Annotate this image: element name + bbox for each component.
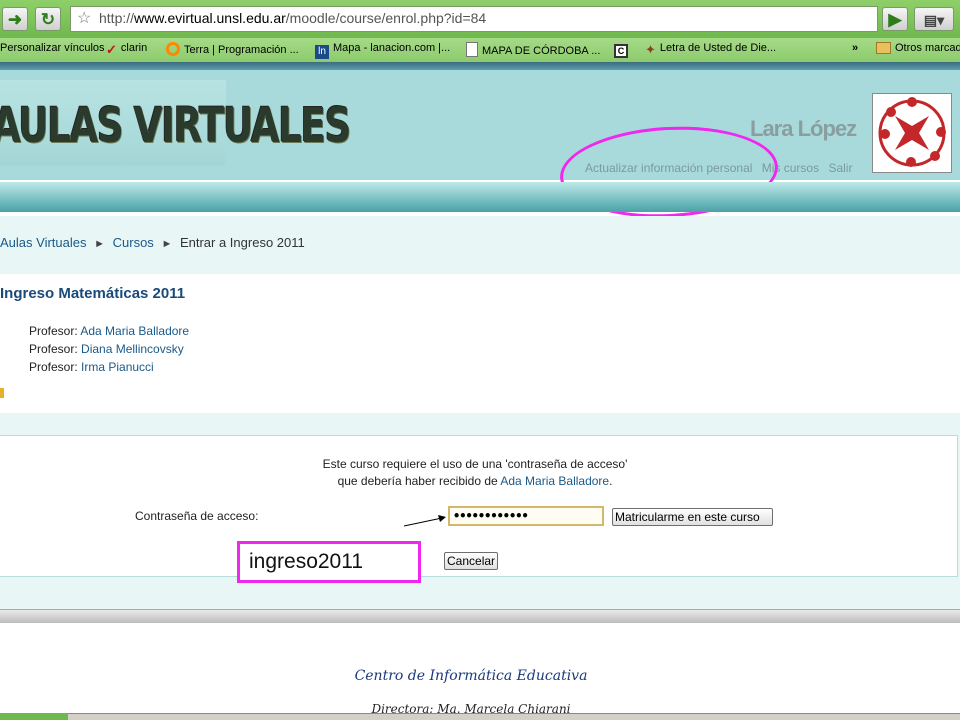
- site-logo-text: AULAS VIRTUALES: [0, 98, 351, 154]
- bookmark-item[interactable]: ✦ Letra de Usted de Die...: [645, 42, 776, 57]
- enrol-message: que debería haber recibido de Ada Maria …: [337, 474, 613, 488]
- more-bookmarks-button[interactable]: »: [852, 42, 858, 54]
- course-title: Ingreso Matemáticas 2011: [0, 285, 186, 302]
- user-name: Lara López: [750, 116, 857, 141]
- enrol-button[interactable]: Matricularme en este curso: [612, 508, 773, 526]
- bookmark-item[interactable]: MAPA DE CÓRDOBA ...: [466, 42, 600, 57]
- bookmark-item[interactable]: Terra | Programación ...: [166, 42, 299, 56]
- bookmarks-bar: Personalizar vínculos ✓ clarin Terra | Pr…: [0, 38, 960, 62]
- teacher-link[interactable]: Ada Maria Balladore: [80, 324, 189, 338]
- teacher-link[interactable]: Ada Maria Balladore: [500, 474, 609, 488]
- breadcrumb-item[interactable]: Aulas Virtuales: [0, 235, 86, 250]
- taskbar-start: [0, 713, 68, 720]
- bookmark-folder[interactable]: Otros marcad: [876, 42, 960, 54]
- breadcrumb: Aulas Virtuales ► Cursos ► Entrar a Ingr…: [0, 235, 305, 250]
- password-label: Contraseña de acceso:: [135, 509, 259, 523]
- logout-link[interactable]: Salir: [828, 161, 852, 175]
- star-icon[interactable]: ☆: [77, 8, 91, 28]
- university-emblem-icon: [872, 93, 952, 173]
- bookmark-item[interactable]: Personalizar vínculos: [0, 42, 105, 54]
- breadcrumb-item[interactable]: Cursos: [113, 235, 154, 250]
- page-icon: [466, 42, 478, 57]
- play-icon: ▶: [888, 10, 902, 29]
- footer-separator: [0, 609, 960, 623]
- breadcrumb-current: Entrar a Ingreso 2011: [179, 235, 305, 250]
- page-menu-button[interactable]: ▤▾: [914, 7, 954, 31]
- site-logo[interactable]: AULAS VIRTUALES: [0, 80, 351, 166]
- course-info-icon[interactable]: [0, 388, 4, 398]
- breadcrumb-separator: ►: [161, 238, 173, 250]
- browser-toolbar: ➜ ↻ ☆ http://www.evirtual.unsl.edu.ar/mo…: [0, 0, 960, 38]
- teacher-row: Profesor: Irma Pianucci: [29, 360, 154, 374]
- annotation-arrow-icon: [403, 515, 446, 527]
- chrome-separator: [0, 62, 960, 70]
- arrow-right-icon: ➜: [7, 10, 23, 29]
- cancel-button[interactable]: Cancelar: [444, 552, 498, 570]
- teacher-row: Profesor: Ada Maria Balladore: [29, 324, 190, 338]
- refresh-icon: ↻: [40, 10, 56, 29]
- c-icon: C: [614, 44, 628, 58]
- breadcrumb-separator: ►: [94, 238, 105, 250]
- header-band: [0, 182, 960, 212]
- teacher-link[interactable]: Irma Pianucci: [81, 360, 154, 374]
- bug-icon: ✦: [645, 42, 656, 57]
- url-text[interactable]: http://www.evirtual.unsl.edu.ar/moodle/c…: [99, 10, 486, 26]
- password-hint-annotation: ingreso2011: [237, 541, 421, 583]
- teacher-link[interactable]: Diana Mellincovsky: [81, 342, 184, 356]
- enrol-message: Este curso requiere el uso de una 'contr…: [322, 457, 628, 471]
- bookmark-item[interactable]: C: [614, 42, 632, 58]
- bookmark-item[interactable]: ln Mapa - lanacion.com |...: [315, 42, 450, 59]
- go-button[interactable]: ▶: [882, 7, 908, 31]
- clarin-icon: ✓: [106, 42, 117, 57]
- teacher-row: Profesor: Diana Mellincovsky: [29, 342, 184, 356]
- lanacion-icon: ln: [315, 45, 329, 59]
- folder-icon: [876, 42, 891, 54]
- bookmark-item[interactable]: ✓ clarin: [106, 42, 147, 57]
- address-bar[interactable]: ☆ http://www.evirtual.unsl.edu.ar/moodle…: [70, 6, 878, 32]
- terra-icon: [166, 42, 180, 56]
- password-input[interactable]: ••••••••••••: [448, 506, 604, 526]
- status-bar: [0, 713, 960, 720]
- footer-title: Centro de Informática Educativa: [354, 668, 588, 684]
- reload-button[interactable]: ↻: [35, 7, 61, 31]
- chevron-double-right-icon: »: [852, 42, 859, 54]
- forward-button[interactable]: ➜: [2, 7, 28, 31]
- page-menu-icon: ▤▾: [923, 12, 945, 28]
